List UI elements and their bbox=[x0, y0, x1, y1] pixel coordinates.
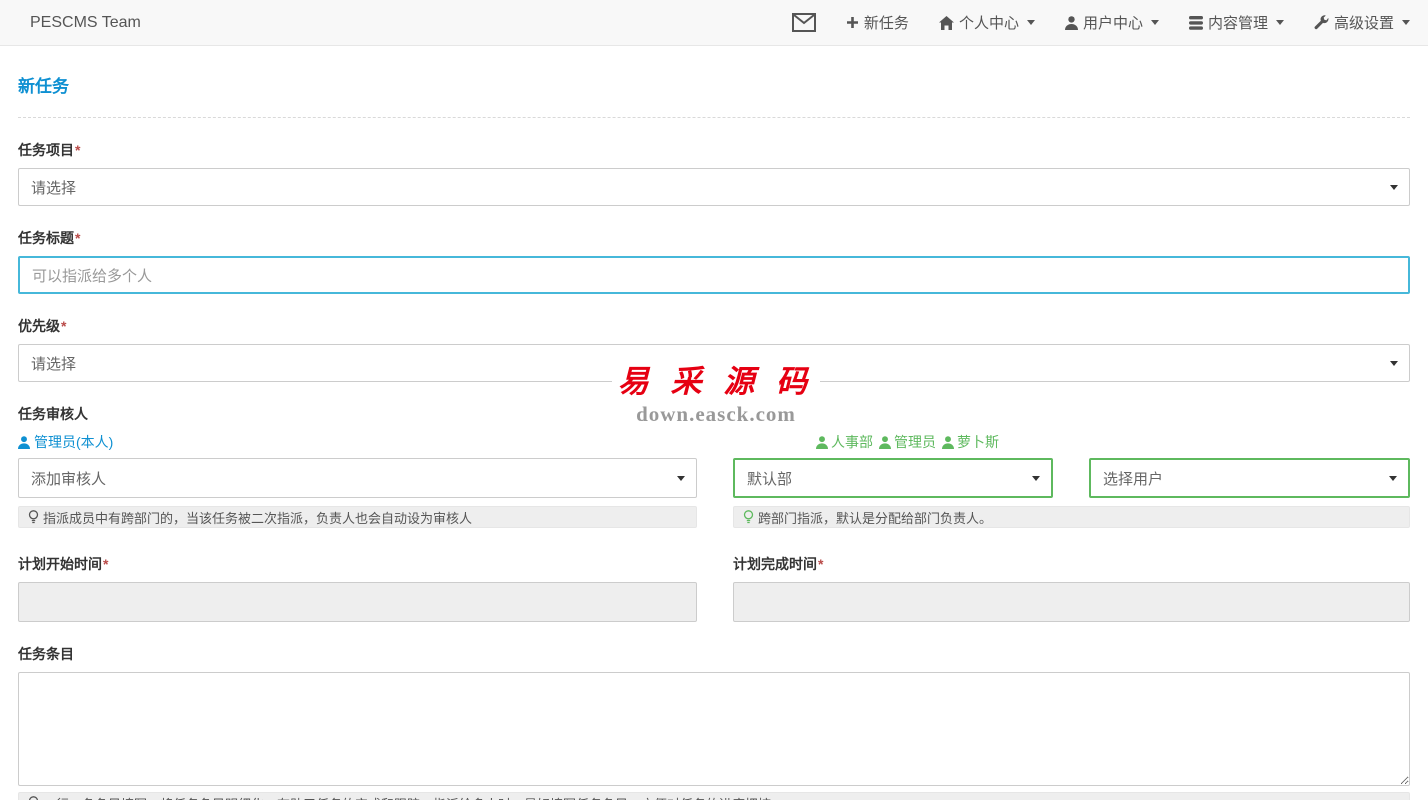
help-row: 指派成员中有跨部门的，当该任务被二次指派，负责人也会自动设为审核人 跨部门指派，… bbox=[18, 506, 1410, 528]
add-reviewer-select[interactable]: 添加审核人 bbox=[18, 458, 697, 498]
title-input[interactable]: 可以指派给多个人 bbox=[18, 256, 1410, 294]
priority-label: 优先级* bbox=[18, 316, 1410, 336]
chevron-down-icon bbox=[1389, 476, 1397, 481]
assigned-member-label: 人事部 bbox=[831, 432, 873, 452]
department-select-value: 默认部 bbox=[747, 468, 792, 489]
reviewer-help: 指派成员中有跨部门的，当该任务被二次指派，负责人也会自动设为审核人 bbox=[18, 506, 697, 528]
wrench-icon bbox=[1314, 15, 1329, 30]
title-label: 任务标题* bbox=[18, 228, 1410, 248]
chevron-down-icon bbox=[677, 476, 685, 481]
title-input-value: 可以指派给多个人 bbox=[32, 265, 152, 286]
field-task-items: 任务条目 一行一条条目填写。将任务条目明细化，有助于任务的完成和跟踪。指派给多人… bbox=[18, 644, 1410, 800]
nav-advanced-settings[interactable]: 高级设置 bbox=[1314, 12, 1410, 33]
end-time-input[interactable] bbox=[733, 582, 1410, 622]
chevron-down-icon bbox=[1390, 185, 1398, 190]
field-end-time: 计划完成时间* bbox=[733, 554, 1410, 622]
field-project: 任务项目* 请选择 bbox=[18, 140, 1410, 206]
task-items-help-text: 一行一条条目填写。将任务条目明细化，有助于任务的完成和跟踪。指派给多人时，最好填… bbox=[43, 794, 784, 800]
chevron-down-icon bbox=[1390, 361, 1398, 366]
envelope-icon bbox=[792, 13, 816, 32]
field-priority: 优先级* 请选择 bbox=[18, 316, 1410, 382]
chevron-down-icon bbox=[1151, 20, 1159, 25]
page-header: 新任务 bbox=[18, 72, 1410, 118]
brand-title: PESCMS Team bbox=[18, 14, 141, 32]
date-row: 计划开始时间* 计划完成时间* bbox=[18, 554, 1410, 622]
required-asterisk: * bbox=[103, 556, 108, 572]
required-asterisk: * bbox=[75, 142, 80, 158]
task-items-textarea[interactable] bbox=[18, 672, 1410, 786]
user-icon bbox=[879, 436, 891, 449]
lightbulb-icon bbox=[743, 510, 754, 525]
field-reviewer: 任务审核人 管理员(本人) 人事部 管理员 萝卜斯 bbox=[18, 404, 1410, 528]
nav-personal-center[interactable]: 个人中心 bbox=[939, 12, 1035, 33]
nav-advanced-settings-label: 高级设置 bbox=[1334, 12, 1394, 33]
reviewer-self-label: 管理员(本人) bbox=[34, 432, 113, 452]
new-task-form: 任务项目* 请选择 任务标题* 可以指派给多个人 优先级* 请选择 任务审核人 … bbox=[0, 140, 1428, 800]
priority-select[interactable]: 请选择 bbox=[18, 344, 1410, 382]
chevron-down-icon bbox=[1276, 20, 1284, 25]
reviewer-select-row: 添加审核人 默认部 选择用户 bbox=[18, 458, 1410, 498]
navbar-menu: 新任务 个人中心 用户中心 内容管理 高级设置 bbox=[792, 12, 1410, 33]
user-icon bbox=[18, 436, 30, 449]
chevron-down-icon bbox=[1027, 20, 1035, 25]
department-select[interactable]: 默认部 bbox=[733, 458, 1053, 498]
nav-personal-center-label: 个人中心 bbox=[959, 12, 1019, 33]
required-asterisk: * bbox=[75, 230, 80, 246]
required-asterisk: * bbox=[61, 318, 66, 334]
nav-new-task-label: 新任务 bbox=[864, 12, 909, 33]
department-help-text: 跨部门指派，默认是分配给部门负责人。 bbox=[758, 508, 992, 527]
department-help: 跨部门指派，默认是分配给部门负责人。 bbox=[733, 506, 1410, 528]
add-reviewer-select-value: 添加审核人 bbox=[31, 468, 106, 489]
assigned-member-label: 萝卜斯 bbox=[957, 432, 999, 452]
assigned-member[interactable]: 人事部 bbox=[816, 432, 873, 452]
page-title: 新任务 bbox=[18, 72, 1410, 97]
top-navbar: PESCMS Team 新任务 个人中心 用户中心 bbox=[0, 0, 1428, 46]
end-time-label: 计划完成时间* bbox=[733, 554, 1410, 574]
priority-select-value: 请选择 bbox=[31, 353, 76, 374]
project-select-value: 请选择 bbox=[31, 177, 76, 198]
task-items-label: 任务条目 bbox=[18, 644, 1410, 664]
nav-new-task[interactable]: 新任务 bbox=[846, 12, 909, 33]
database-icon bbox=[1189, 16, 1203, 30]
user-icon bbox=[816, 436, 828, 449]
reviewer-self-link[interactable]: 管理员(本人) bbox=[18, 432, 113, 452]
project-label: 任务项目* bbox=[18, 140, 1410, 160]
field-title: 任务标题* 可以指派给多个人 bbox=[18, 228, 1410, 294]
task-items-help: 一行一条条目填写。将任务条目明细化，有助于任务的完成和跟踪。指派给多人时，最好填… bbox=[18, 792, 1410, 800]
lightbulb-icon bbox=[28, 510, 39, 525]
reviewer-help-text: 指派成员中有跨部门的，当该任务被二次指派，负责人也会自动设为审核人 bbox=[43, 508, 472, 527]
messages-button[interactable] bbox=[792, 13, 816, 32]
project-select[interactable]: 请选择 bbox=[18, 168, 1410, 206]
plus-icon bbox=[846, 16, 859, 29]
field-start-time: 计划开始时间* bbox=[18, 554, 697, 622]
nav-user-center-label: 用户中心 bbox=[1083, 12, 1143, 33]
chevron-down-icon bbox=[1032, 476, 1040, 481]
user-icon bbox=[942, 436, 954, 449]
nav-content-management[interactable]: 内容管理 bbox=[1189, 12, 1284, 33]
assigned-member-list: 人事部 管理员 萝卜斯 bbox=[816, 432, 999, 452]
home-icon bbox=[939, 16, 954, 30]
assigned-member[interactable]: 萝卜斯 bbox=[942, 432, 999, 452]
assigned-member-label: 管理员 bbox=[894, 432, 936, 452]
nav-content-management-label: 内容管理 bbox=[1208, 12, 1268, 33]
assigned-member[interactable]: 管理员 bbox=[879, 432, 936, 452]
reviewer-label: 任务审核人 bbox=[18, 404, 1410, 424]
user-select-value: 选择用户 bbox=[1103, 468, 1163, 489]
start-time-label: 计划开始时间* bbox=[18, 554, 697, 574]
user-select[interactable]: 选择用户 bbox=[1089, 458, 1410, 498]
nav-user-center[interactable]: 用户中心 bbox=[1065, 12, 1159, 33]
chevron-down-icon bbox=[1402, 20, 1410, 25]
required-asterisk: * bbox=[818, 556, 823, 572]
start-time-input[interactable] bbox=[18, 582, 697, 622]
user-icon bbox=[1065, 16, 1078, 30]
lightbulb-icon bbox=[28, 796, 39, 800]
reviewer-line: 管理员(本人) 人事部 管理员 萝卜斯 bbox=[18, 432, 1410, 452]
